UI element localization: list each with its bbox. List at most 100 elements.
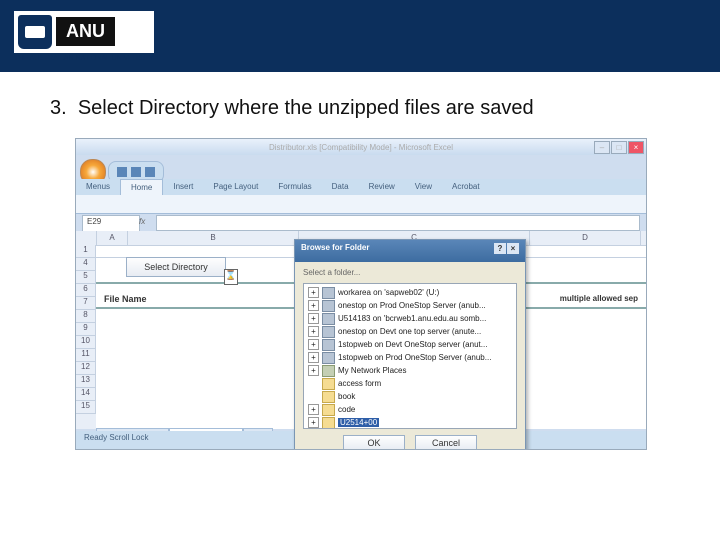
drive-icon — [322, 300, 335, 312]
tree-item-label: 1stopweb on Prod OneStop Server (anub... — [338, 353, 491, 362]
window-controls: – □ × — [594, 141, 644, 154]
tab-insert[interactable]: Insert — [163, 179, 203, 195]
tree-item[interactable]: + U2514+00 — [308, 416, 512, 429]
ribbon-tabs: Menus Home Insert Page Layout Formulas D… — [76, 179, 646, 195]
qat-undo-icon[interactable] — [131, 167, 141, 177]
tree-item-label: onestop on Prod OneStop Server (anub... — [338, 301, 486, 310]
drive-icon — [322, 326, 335, 338]
logo-block: ANU THE AUSTRALIAN NATIONAL UNIVERSITY — [14, 11, 154, 62]
row-header[interactable]: 11 — [76, 349, 96, 362]
expand-icon[interactable]: + — [308, 287, 319, 298]
anu-wordmark: ANU — [56, 17, 115, 46]
hourglass-cursor-icon: ⌛ — [224, 269, 238, 285]
maximize-icon[interactable]: □ — [611, 141, 627, 154]
cancel-button[interactable]: Cancel — [415, 435, 477, 450]
row-header[interactable]: 12 — [76, 362, 96, 375]
drive-icon — [322, 313, 335, 325]
row-header[interactable]: 15 — [76, 401, 96, 414]
ribbon-body — [76, 195, 646, 214]
folder-icon — [322, 391, 335, 403]
row-header[interactable]: 8 — [76, 310, 96, 323]
tab-home[interactable]: Home — [120, 179, 163, 195]
formula-bar[interactable] — [156, 215, 640, 231]
drive-icon — [322, 287, 335, 299]
drive-icon — [322, 339, 335, 351]
dialog-help-icon[interactable]: ? — [494, 243, 506, 254]
col-b[interactable]: B — [128, 231, 299, 245]
tree-item[interactable]: +1stopweb on Prod OneStop Server (anub..… — [308, 351, 512, 364]
tree-item-label: workarea on 'sapweb02' (U:) — [338, 288, 439, 297]
row-header[interactable]: 6 — [76, 284, 96, 297]
folder-icon — [322, 404, 335, 416]
row-header[interactable]: 9 — [76, 323, 96, 336]
excel-titlebar: Distributor.xls [Compatibility Mode] - M… — [76, 139, 646, 155]
step-number: 3. — [50, 97, 67, 119]
col-d[interactable]: D — [530, 231, 641, 245]
tree-item[interactable]: +1stopweb on Devt OneStop server (anut..… — [308, 338, 512, 351]
drive-icon — [322, 352, 335, 364]
row-header[interactable]: 14 — [76, 388, 96, 401]
close-icon[interactable]: × — [628, 141, 644, 154]
row-header[interactable]: 13 — [76, 375, 96, 388]
expand-icon[interactable]: + — [308, 326, 319, 337]
col-a[interactable]: A — [97, 231, 128, 245]
tab-formulas[interactable]: Formulas — [268, 179, 321, 195]
dialog-subtext: Select a folder... — [295, 262, 525, 283]
tab-view[interactable]: View — [405, 179, 442, 195]
tree-item-label: onestop on Devt one top server (anute... — [338, 327, 481, 336]
qat-redo-icon[interactable] — [145, 167, 155, 177]
excel-title-text: Distributor.xls [Compatibility Mode] - M… — [269, 143, 453, 152]
dialog-title-text: Browse for Folder — [301, 243, 369, 259]
tree-item-label: U514183 on 'bcrweb1.anu.edu.au somb... — [338, 314, 486, 323]
tree-item[interactable]: + onestop on Prod OneStop Server (anub... — [308, 299, 512, 312]
minimize-icon[interactable]: – — [594, 141, 610, 154]
step-instruction: 3. Select Directory where the unzipped f… — [0, 72, 720, 138]
row-header[interactable]: 4 — [76, 258, 96, 271]
dialog-close-icon[interactable]: × — [507, 243, 519, 254]
folder-tree[interactable]: + workarea on 'sapweb02' (U:) + onestop on … — [303, 283, 517, 429]
tree-item-label: U2514+00 — [338, 418, 379, 427]
expand-icon[interactable]: + — [308, 404, 319, 415]
ok-button[interactable]: OK — [343, 435, 405, 450]
tree-item-label: My Network Places — [338, 366, 406, 375]
tree-item[interactable]: + U514183 on 'bcrweb1.anu.edu.au somb... — [308, 312, 512, 325]
tree-item-label: access form — [338, 379, 381, 388]
tab-acrobat[interactable]: Acrobat — [442, 179, 490, 195]
folder-icon — [322, 378, 335, 390]
expand-icon[interactable]: + — [308, 365, 319, 376]
expand-icon[interactable]: + — [308, 352, 319, 363]
multiple-allowed-label: multiple allowed sep — [560, 294, 638, 303]
tree-item[interactable]: + code — [308, 403, 512, 416]
row-header[interactable]: 1 — [76, 245, 96, 258]
tab-review[interactable]: Review — [359, 179, 405, 195]
tree-item-label: code — [338, 405, 355, 414]
tree-item[interactable]: + onestop on Devt one top server (anute..… — [308, 325, 512, 338]
expand-icon[interactable]: + — [308, 300, 319, 311]
tree-item-label: book — [338, 392, 355, 401]
tab-page-layout[interactable]: Page Layout — [203, 179, 268, 195]
row-header[interactable]: 7 — [76, 297, 96, 310]
row-header[interactable]: 5 — [76, 271, 96, 284]
tree-item[interactable]: book — [308, 390, 512, 403]
dialog-titlebar: Browse for Folder ? × — [295, 240, 525, 262]
row-header[interactable]: 10 — [76, 336, 96, 349]
browse-for-folder-dialog: Browse for Folder ? × Select a folder...… — [294, 239, 526, 450]
expand-icon[interactable]: + — [308, 417, 319, 428]
page-header: ANU THE AUSTRALIAN NATIONAL UNIVERSITY — [0, 0, 720, 72]
tab-menus[interactable]: Menus — [76, 179, 120, 195]
tab-data[interactable]: Data — [322, 179, 359, 195]
anu-crest-icon — [18, 15, 52, 49]
file-name-label: File Name — [104, 294, 147, 304]
expand-icon[interactable]: + — [308, 313, 319, 324]
expand-icon[interactable]: + — [308, 339, 319, 350]
select-directory-button[interactable]: Select Directory — [126, 257, 226, 277]
tree-item[interactable]: access form — [308, 377, 512, 390]
qat-save-icon[interactable] — [117, 167, 127, 177]
folder-icon — [322, 417, 335, 429]
tree-item[interactable]: + workarea on 'sapweb02' (U:) — [308, 286, 512, 299]
step-text: Select Directory where the unzipped file… — [78, 97, 534, 119]
row-headers: 1 4 5 6 7 8 9 10 11 12 13 14 15 — [76, 245, 96, 429]
anu-tagline: THE AUSTRALIAN NATIONAL UNIVERSITY — [14, 55, 154, 62]
excel-screenshot: Distributor.xls [Compatibility Mode] - M… — [75, 138, 647, 450]
tree-item[interactable]: + My Network Places — [308, 364, 512, 377]
